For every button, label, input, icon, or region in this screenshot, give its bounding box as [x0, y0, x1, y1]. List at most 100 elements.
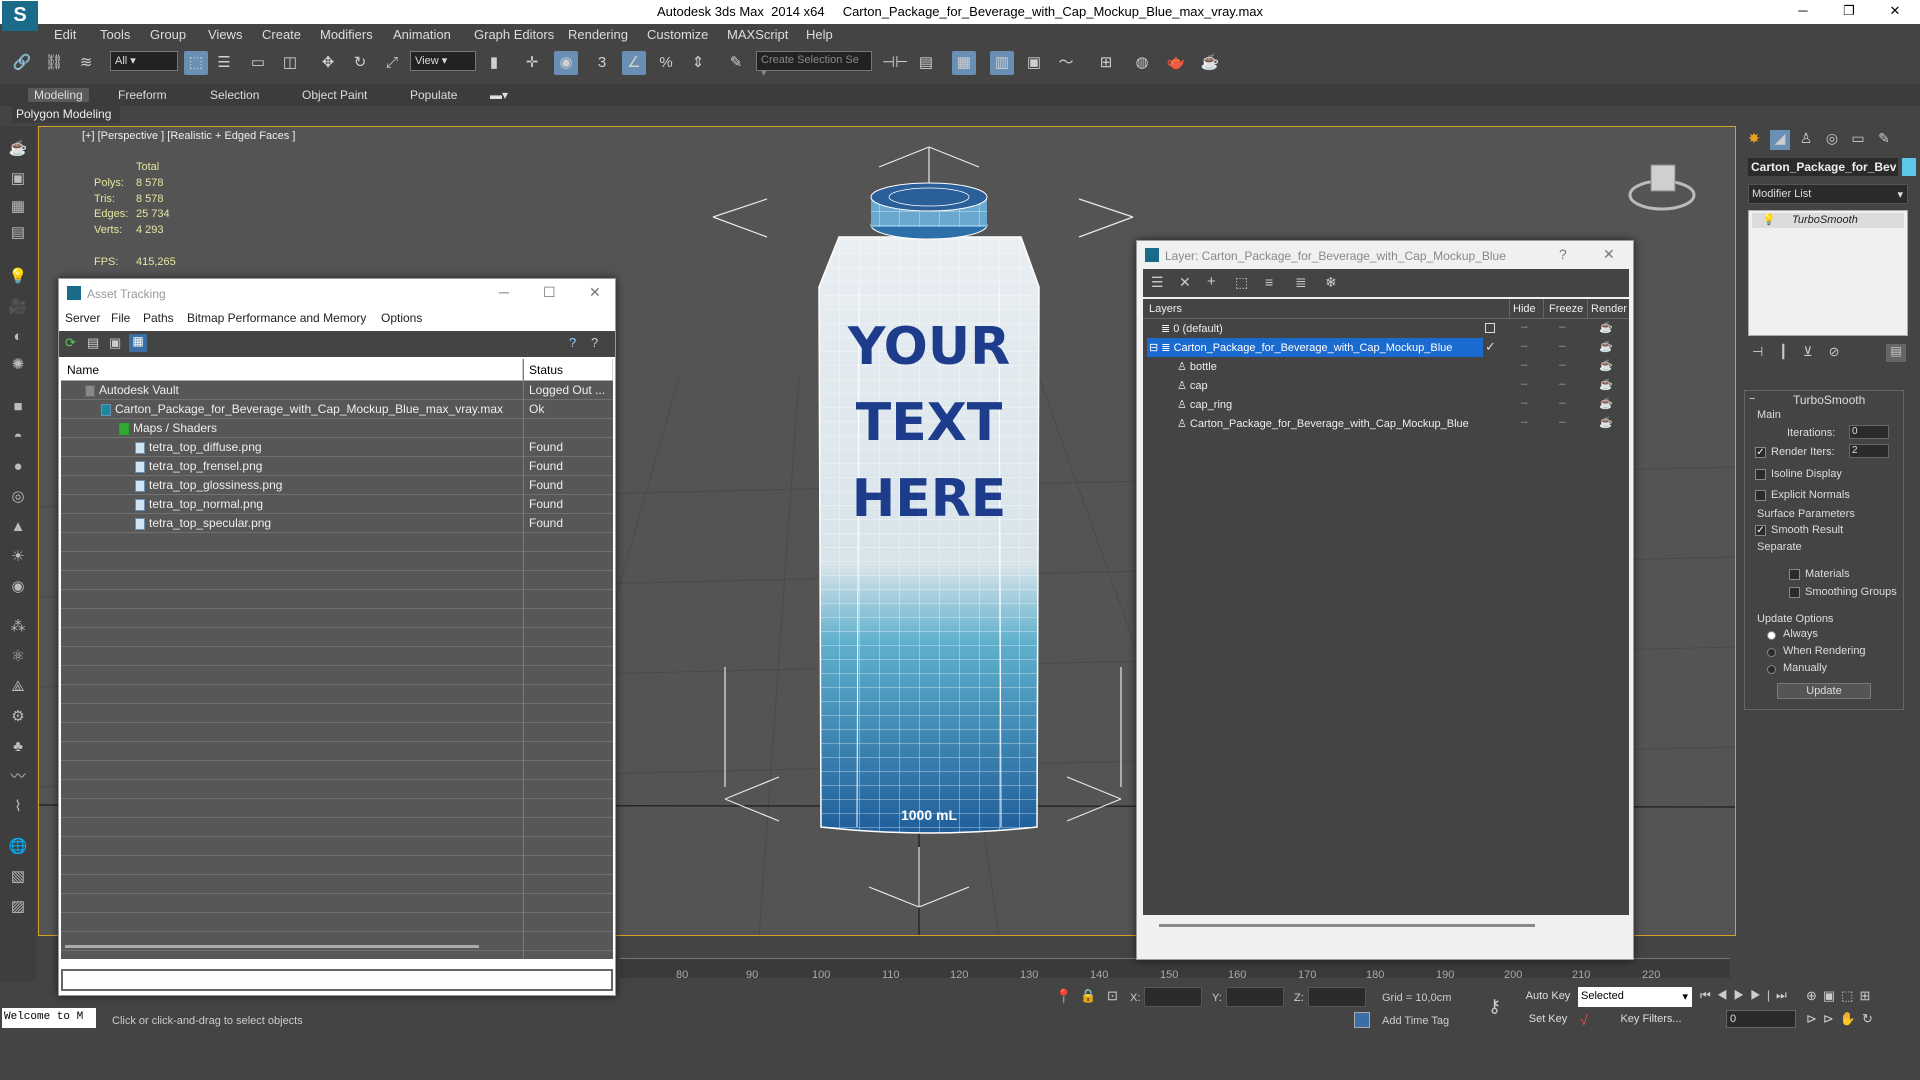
update-button[interactable]: Update	[1777, 683, 1871, 699]
set-key-button[interactable]: Set Key	[1524, 1010, 1572, 1030]
hide-all-icon[interactable]: ≣	[1295, 274, 1307, 291]
menu-create[interactable]: Create	[262, 27, 301, 42]
layer-object-row[interactable]: ♙ bottle ┄ ┄ ☕	[1143, 357, 1629, 376]
display-tab-icon[interactable]: ▭	[1848, 130, 1868, 150]
current-layer-toggle[interactable]	[1485, 323, 1495, 333]
render-iters-spinner[interactable]: 2	[1849, 444, 1889, 458]
utilities-tab-icon[interactable]: ✎	[1874, 130, 1894, 150]
light-icon[interactable]: 💡	[6, 266, 30, 288]
torus-icon[interactable]: ◎	[6, 486, 30, 508]
freeze-toggle[interactable]: ┄	[1559, 359, 1566, 372]
rig-icon[interactable]: ⟁	[6, 676, 30, 698]
polygon-modeling-panel[interactable]: Polygon Modeling	[12, 105, 120, 123]
select-highlighted-icon[interactable]: ⬚	[1235, 274, 1248, 291]
freeze-all-icon[interactable]: ❄	[1325, 274, 1337, 291]
isolate-icon[interactable]: 📍	[1055, 988, 1072, 1005]
key-icon[interactable]: ⚷	[1488, 996, 1501, 1017]
selection-filter-dropdown[interactable]: All ▾	[110, 51, 178, 71]
menu-graph-editors[interactable]: Graph Editors	[474, 27, 554, 42]
current-layer-check-icon[interactable]: ✓	[1485, 339, 1496, 355]
freeze-toggle[interactable]: ┄	[1559, 340, 1566, 353]
sun-icon[interactable]: ☀	[6, 546, 30, 568]
asset-horizontal-scrollbar[interactable]	[65, 945, 479, 948]
auto-key-button[interactable]: Auto Key	[1524, 987, 1572, 1007]
render-toggle-icon[interactable]: ☕	[1599, 416, 1613, 429]
particle-icon[interactable]: ✺	[6, 354, 30, 376]
menu-views[interactable]: Views	[208, 27, 242, 42]
explicit-normals-checkbox[interactable]	[1755, 490, 1766, 501]
layer-manager-icon[interactable]: ▥	[990, 51, 1014, 75]
key-filters-button[interactable]: Key Filters...	[1610, 1010, 1692, 1030]
maximize-button[interactable]: ❐	[1834, 3, 1864, 19]
tab-modeling[interactable]: Modeling	[28, 88, 89, 102]
y-coordinate-field[interactable]	[1226, 987, 1284, 1007]
asset-menu-server[interactable]: Server	[65, 311, 100, 325]
move-icon[interactable]: ✥	[316, 51, 340, 75]
rollout-title[interactable]: TurboSmooth	[1793, 393, 1865, 407]
tab-object-paint[interactable]: Object Paint	[302, 88, 367, 102]
hide-toggle[interactable]: ┄	[1521, 378, 1528, 391]
modify-tab-icon[interactable]: ◢	[1770, 130, 1790, 150]
minimize-button[interactable]: ─	[1788, 3, 1818, 18]
asset-maximize-button[interactable]: ☐	[543, 284, 556, 301]
list-view-icon[interactable]: ▤	[87, 335, 99, 351]
angle-snap-icon[interactable]: ∠	[622, 51, 646, 75]
render-toggle-icon[interactable]: ☕	[1599, 359, 1613, 372]
manually-radio[interactable]	[1767, 665, 1776, 674]
menu-animation[interactable]: Animation	[393, 27, 451, 42]
key-selection-dropdown[interactable]: Selected ▾	[1578, 987, 1692, 1007]
asset-path-field[interactable]	[61, 969, 613, 991]
edit-named-sel-icon[interactable]: ✎	[724, 51, 748, 75]
rollout-collapse-icon[interactable]: −	[1749, 393, 1755, 405]
spinner-snap-icon[interactable]: ⇕	[686, 51, 710, 75]
rect-selection-icon[interactable]: ▭	[246, 51, 270, 75]
layer-col-hide[interactable]: Hide	[1513, 303, 1536, 315]
tab-freeform[interactable]: Freeform	[118, 88, 167, 102]
asset-row[interactable]: tetra_top_normal.png Found	[61, 495, 613, 514]
asset-menu-options[interactable]: Options	[381, 311, 422, 325]
object-name-field[interactable]: Carton_Package_for_Bev	[1748, 158, 1898, 176]
menu-group[interactable]: Group	[150, 27, 186, 42]
hierarchy-tab-icon[interactable]: ♙	[1796, 130, 1816, 150]
link-icon[interactable]: 🔗	[10, 51, 34, 75]
layer-help-button[interactable]: ?	[1559, 246, 1567, 262]
align-icon[interactable]: ▤	[914, 51, 938, 75]
curve-icon[interactable]: √	[1580, 1012, 1588, 1028]
layer-col-freeze[interactable]: Freeze	[1549, 303, 1583, 315]
asset-row[interactable]: tetra_top_diffuse.png Found	[61, 438, 613, 457]
materials-checkbox[interactable]	[1789, 569, 1800, 580]
layer-col-render[interactable]: Render	[1591, 303, 1627, 315]
freeze-toggle[interactable]: ┄	[1559, 416, 1566, 429]
when-rendering-radio[interactable]	[1767, 648, 1776, 657]
menu-tools[interactable]: Tools	[100, 27, 130, 42]
select-object-icon[interactable]: ⬚	[184, 51, 208, 75]
configure-modifier-sets-icon[interactable]: ▤	[1886, 344, 1906, 362]
script-icon[interactable]: ▧	[6, 866, 30, 888]
iterations-spinner[interactable]: 0	[1849, 425, 1889, 439]
menu-help[interactable]: Help	[806, 27, 833, 42]
plant-icon[interactable]: ♣	[6, 736, 30, 758]
layer-horizontal-scrollbar[interactable]	[1159, 924, 1535, 927]
x-coordinate-field[interactable]	[1144, 987, 1202, 1007]
globe-icon[interactable]: 🌐	[6, 836, 30, 858]
schematic-view-icon[interactable]: ⊞	[1094, 51, 1118, 75]
bind-spacewarp-icon[interactable]: ≋	[74, 51, 98, 75]
scatter-icon[interactable]: ⁂	[6, 616, 30, 638]
add-to-layer-icon[interactable]: +	[1207, 273, 1216, 290]
asset-col-name[interactable]: Name	[61, 359, 523, 381]
z-coordinate-field[interactable]	[1308, 987, 1366, 1007]
asset-menu-bitmap-performance[interactable]: Bitmap Performance and Memory	[187, 311, 366, 325]
dome-icon[interactable]: ◓	[6, 426, 30, 448]
smooth-result-checkbox[interactable]: ✓	[1755, 525, 1766, 536]
asset-row[interactable]: Autodesk Vault Logged Out ...	[61, 381, 613, 400]
sphere-icon[interactable]: ●	[6, 456, 30, 478]
smoothing-groups-checkbox[interactable]	[1789, 587, 1800, 598]
scene-explorer-icon[interactable]: ▦	[952, 51, 976, 75]
freeze-toggle[interactable]: ┄	[1559, 397, 1566, 410]
selection-set-dropdown[interactable]: Create Selection Se ▾	[756, 51, 872, 79]
pivot-icon[interactable]: ▮	[482, 51, 506, 75]
menu-customize[interactable]: Customize	[647, 27, 708, 42]
snaps-toggle-icon[interactable]: 3	[590, 51, 614, 75]
select-by-name-icon[interactable]: ☰	[212, 51, 236, 75]
viewport-navigation-2[interactable]: ⊳⊳✋↻	[1806, 1011, 1879, 1027]
